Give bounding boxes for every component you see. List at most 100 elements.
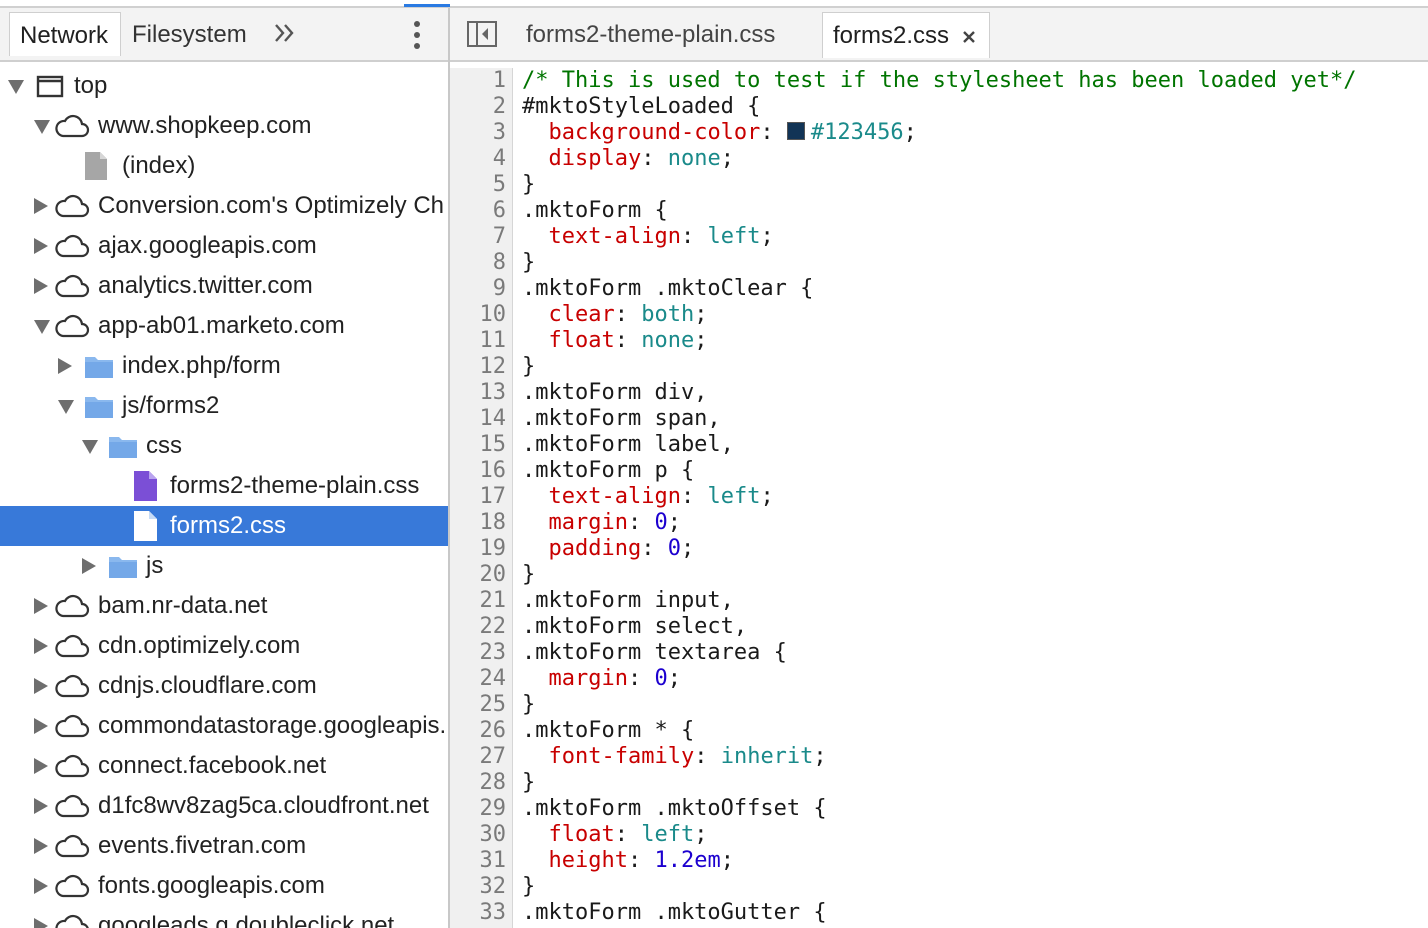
tree-item[interactable]: events.fivetran.com [0,826,448,866]
code-line[interactable]: 17 text-align: left; [450,484,1428,510]
navigator-tabbar: Network Filesystem [0,8,448,62]
code-line[interactable]: 24 margin: 0; [450,666,1428,692]
tab-forms2-theme-plain-css[interactable]: forms2-theme-plain.css [510,12,810,58]
expand-arrow-icon[interactable] [34,198,48,214]
tree-item[interactable]: (index) [0,146,448,186]
close-icon[interactable] [961,29,977,45]
code-token: float [548,822,615,847]
code-line[interactable]: 16 .mktoForm p { [450,458,1428,484]
code-line[interactable]: 25} [450,692,1428,718]
code-line[interactable]: 30 float: left; [450,822,1428,848]
line-number: 12 [479,354,507,379]
expand-arrow-icon[interactable] [58,358,72,374]
code-line[interactable]: 3 background-color: #123456; [450,120,1428,146]
code-line[interactable]: 6 .mktoForm { [450,198,1428,224]
code-token: .mktoForm * { [522,718,695,743]
tree-item[interactable]: ajax.googleapis.com [0,226,448,266]
tree-item[interactable]: bam.nr-data.net [0,586,448,626]
tab-network[interactable]: Network [9,12,121,56]
code-token: .mktoForm label, [522,432,734,457]
expand-arrow-icon[interactable] [34,638,48,654]
collapse-arrow-icon[interactable] [34,320,50,334]
collapse-arrow-icon[interactable] [34,120,50,134]
tree-item[interactable]: analytics.twitter.com [0,266,448,306]
expand-arrow-icon[interactable] [34,878,48,894]
tab-filesystem[interactable]: Filesystem [122,12,262,56]
collapse-arrow-icon[interactable] [58,400,74,414]
code-line[interactable]: 18 margin: 0; [450,510,1428,536]
expand-arrow-icon[interactable] [34,678,48,694]
code-line[interactable]: 10 clear: both; [450,302,1428,328]
code-line[interactable]: 1 /* This is used to test if the styleshe… [450,68,1428,94]
expand-arrow-icon[interactable] [82,558,96,574]
code-line[interactable]: 31 height: 1.2em; [450,848,1428,874]
tree-item[interactable]: forms2-theme-plain.css [0,466,448,506]
code-line[interactable]: 23 .mktoForm textarea { [450,640,1428,666]
code-text: .mktoForm { [522,198,668,224]
code-line[interactable]: 33 .mktoForm .mktoGutter { [450,900,1428,926]
expand-arrow-icon[interactable] [34,918,48,928]
code-line[interactable]: 26 .mktoForm * { [450,718,1428,744]
code-line[interactable]: 13 .mktoForm div, [450,380,1428,406]
expand-arrow-icon[interactable] [34,278,48,294]
expand-arrow-icon[interactable] [34,598,48,614]
code-line[interactable]: 19 padding: 0; [450,536,1428,562]
code-line[interactable]: 21 .mktoForm input, [450,588,1428,614]
collapse-arrow-icon[interactable] [8,80,24,94]
code-line[interactable]: 5} [450,172,1428,198]
color-swatch[interactable] [786,122,805,140]
resize-handle-accent[interactable] [404,4,450,7]
line-number: 1 [492,68,506,93]
code-line[interactable]: 27 font-family: inherit; [450,744,1428,770]
tree-item[interactable]: js/forms2 [0,386,448,426]
code-line[interactable]: 2 #mktoStyleLoaded { [450,94,1428,120]
tree-item[interactable]: cdn.optimizely.com [0,626,448,666]
code-line[interactable]: 9 .mktoForm .mktoClear { [450,276,1428,302]
code-line[interactable]: 12} [450,354,1428,380]
code-line[interactable]: 11 float: none; [450,328,1428,354]
tree-item[interactable]: googleads.g.doubleclick.net [0,906,448,928]
tree-item[interactable]: top [0,66,448,106]
tab-forms2-css[interactable]: forms2.css [822,12,990,58]
expand-arrow-icon[interactable] [34,798,48,814]
collapse-arrow-icon[interactable] [82,440,98,454]
line-number: 20 [479,562,507,587]
folder-icon [109,437,137,458]
code-line[interactable]: 20} [450,562,1428,588]
tree-item[interactable]: connect.facebook.net [0,746,448,786]
tree-item[interactable]: forms2.css [0,506,448,546]
expand-arrow-icon[interactable] [34,238,48,254]
tree-item[interactable]: index.php/form [0,346,448,386]
tree-item[interactable]: css [0,426,448,466]
code-line[interactable]: 28} [450,770,1428,796]
code-line[interactable]: 4 display: none; [450,146,1428,172]
tree-item[interactable]: www.shopkeep.com [0,106,448,146]
tree-item[interactable]: d1fc8wv8zag5ca.cloudfront.net [0,786,448,826]
tree-item[interactable]: fonts.googleapis.com [0,866,448,906]
code-line[interactable]: 7 text-align: left; [450,224,1428,250]
expand-arrow-icon[interactable] [34,838,48,854]
code-line[interactable]: 32} [450,874,1428,900]
code-text: .mktoForm .mktoOffset { [522,796,827,822]
code-line[interactable]: 22 .mktoForm select, [450,614,1428,640]
tree-item-label: app-ab01.marketo.com [98,312,345,339]
expand-arrow-icon[interactable] [34,758,48,774]
tree-item[interactable]: Conversion.com's Optimizely Ch [0,186,448,226]
code-line[interactable]: 29 .mktoForm .mktoOffset { [450,796,1428,822]
expand-arrow-icon[interactable] [34,718,48,734]
code-text: clear: both; [522,302,708,328]
tree-item[interactable]: commondatastorage.googleapis. [0,706,448,746]
code-line[interactable]: 14 .mktoForm span, [450,406,1428,432]
more-options-icon[interactable] [404,18,430,52]
code-text: .mktoForm .mktoClear { [522,276,813,302]
tree-item[interactable]: app-ab01.marketo.com [0,306,448,346]
double-chevron-right-icon[interactable] [270,18,300,48]
toggle-sidebar-icon[interactable] [466,20,498,48]
tree-item[interactable]: js [0,546,448,586]
code-line[interactable]: 8} [450,250,1428,276]
code-line[interactable]: 15 .mktoForm label, [450,432,1428,458]
tree-item[interactable]: cdnjs.cloudflare.com [0,666,448,706]
code-area[interactable]: 1 /* This is used to test if the styleshe… [450,68,1428,926]
